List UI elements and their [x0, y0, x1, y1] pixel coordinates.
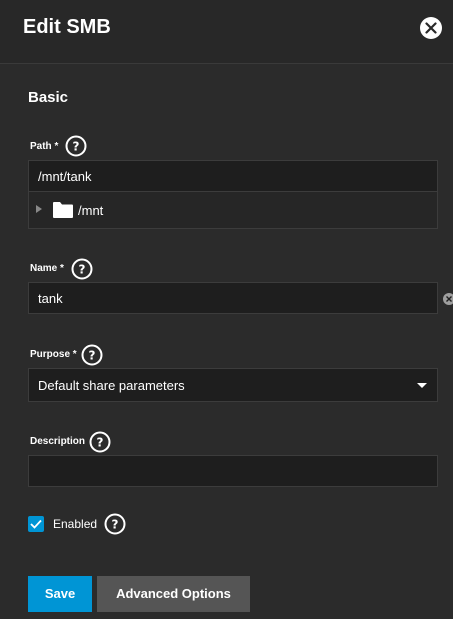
enabled-help-icon[interactable]: ? — [104, 513, 126, 535]
svg-text:?: ? — [89, 349, 96, 363]
close-icon[interactable] — [420, 17, 442, 39]
path-label: Path * — [30, 141, 59, 152]
svg-text:?: ? — [97, 436, 104, 450]
enabled-checkbox[interactable] — [28, 516, 44, 532]
svg-text:?: ? — [112, 518, 119, 532]
path-input[interactable]: /mnt/tank — [28, 160, 438, 192]
dialog-title: Edit SMB — [23, 16, 111, 38]
svg-text:?: ? — [79, 263, 86, 277]
save-button[interactable]: Save — [28, 576, 92, 612]
purpose-label: Purpose * — [30, 349, 77, 360]
path-tree: /mnt — [28, 192, 438, 229]
purpose-select-value: Default share parameters — [38, 378, 185, 393]
description-help-icon[interactable]: ? — [89, 431, 111, 453]
description-label: Description — [30, 436, 86, 447]
purpose-select[interactable]: Default share parameters — [28, 368, 438, 402]
folder-icon — [53, 202, 73, 218]
enabled-label: Enabled — [53, 517, 98, 531]
tree-item-mnt[interactable]: /mnt — [78, 203, 103, 218]
name-label: Name * — [30, 263, 64, 274]
name-help-icon[interactable]: ? — [71, 258, 93, 280]
name-input-value: tank — [38, 291, 63, 306]
path-help-icon[interactable]: ? — [65, 135, 87, 157]
clear-icon[interactable] — [443, 293, 453, 305]
purpose-help-icon[interactable]: ? — [81, 344, 103, 366]
tree-expand-icon[interactable] — [36, 205, 42, 213]
name-input[interactable]: tank — [28, 282, 453, 314]
path-input-value: /mnt/tank — [38, 169, 92, 184]
dialog-header: Edit SMB — [0, 0, 453, 56]
advanced-options-button[interactable]: Advanced Options — [97, 576, 250, 612]
chevron-down-icon — [417, 383, 427, 388]
description-input[interactable] — [28, 455, 438, 487]
svg-text:?: ? — [73, 140, 80, 154]
section-title: Basic — [28, 89, 69, 106]
